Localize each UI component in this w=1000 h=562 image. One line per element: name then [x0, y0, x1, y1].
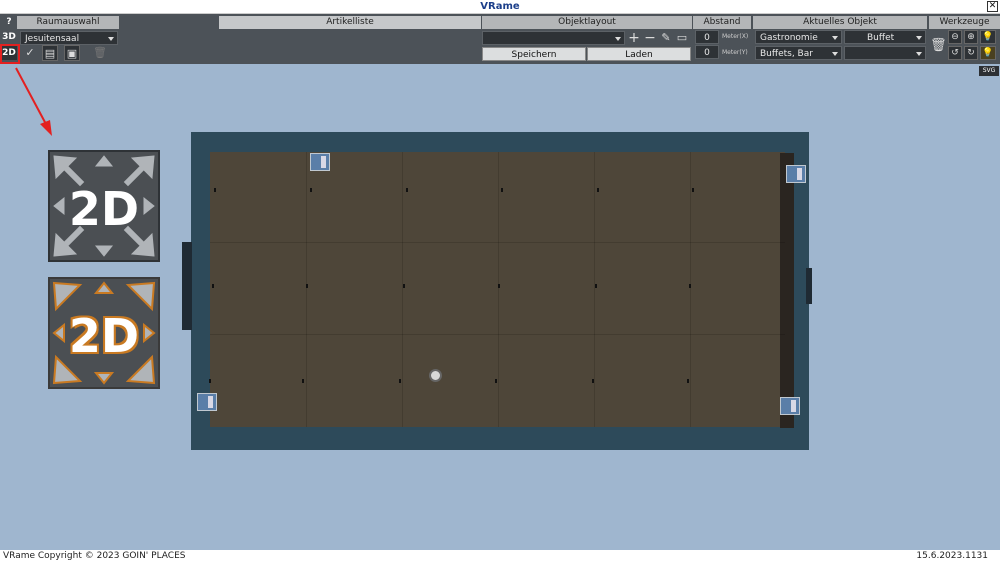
floor-marker — [495, 379, 497, 383]
floor-marker — [595, 284, 597, 288]
version-text: 15.6.2023.1131 — [916, 551, 988, 561]
floor-shadow — [780, 153, 794, 428]
view-2d-icon: 2D — [48, 150, 160, 262]
floor-marker — [501, 188, 503, 192]
floor-marker — [310, 188, 312, 192]
grid-line — [594, 152, 595, 427]
floor-marker — [687, 379, 689, 383]
floor-marker — [306, 284, 308, 288]
floor-marker — [689, 284, 691, 288]
door-icon[interactable] — [786, 165, 806, 183]
floor-marker — [212, 284, 214, 288]
wall-protrusion-right — [806, 268, 812, 304]
view-2d-label: 2D — [68, 182, 140, 236]
wall-protrusion-left — [182, 242, 192, 330]
copyright-text: VRame Copyright © 2023 GOIN' PLACES — [3, 551, 186, 561]
door-icon[interactable] — [780, 397, 800, 415]
grid-line — [690, 152, 691, 427]
grid-line — [498, 152, 499, 427]
camera-position-marker[interactable] — [429, 369, 442, 382]
floor-marker — [592, 379, 594, 383]
grid-line — [306, 152, 307, 427]
grid-line — [210, 242, 785, 243]
floor-marker — [692, 188, 694, 192]
floor-marker — [406, 188, 408, 192]
floor-marker — [214, 188, 216, 192]
floor-marker — [399, 379, 401, 383]
floor-marker — [403, 284, 405, 288]
grid-line — [402, 152, 403, 427]
grid-line — [210, 334, 785, 335]
door-icon[interactable] — [310, 153, 330, 171]
door-icon[interactable] — [197, 393, 217, 411]
floor-marker — [209, 379, 211, 383]
floor-marker — [302, 379, 304, 383]
footer: VRame Copyright © 2023 GOIN' PLACES 15.6… — [0, 550, 1000, 562]
floor-marker — [498, 284, 500, 288]
view-2d-active-label: 2D — [68, 309, 140, 363]
floor-marker — [597, 188, 599, 192]
view-2d-active-icon: 2D — [48, 277, 160, 389]
